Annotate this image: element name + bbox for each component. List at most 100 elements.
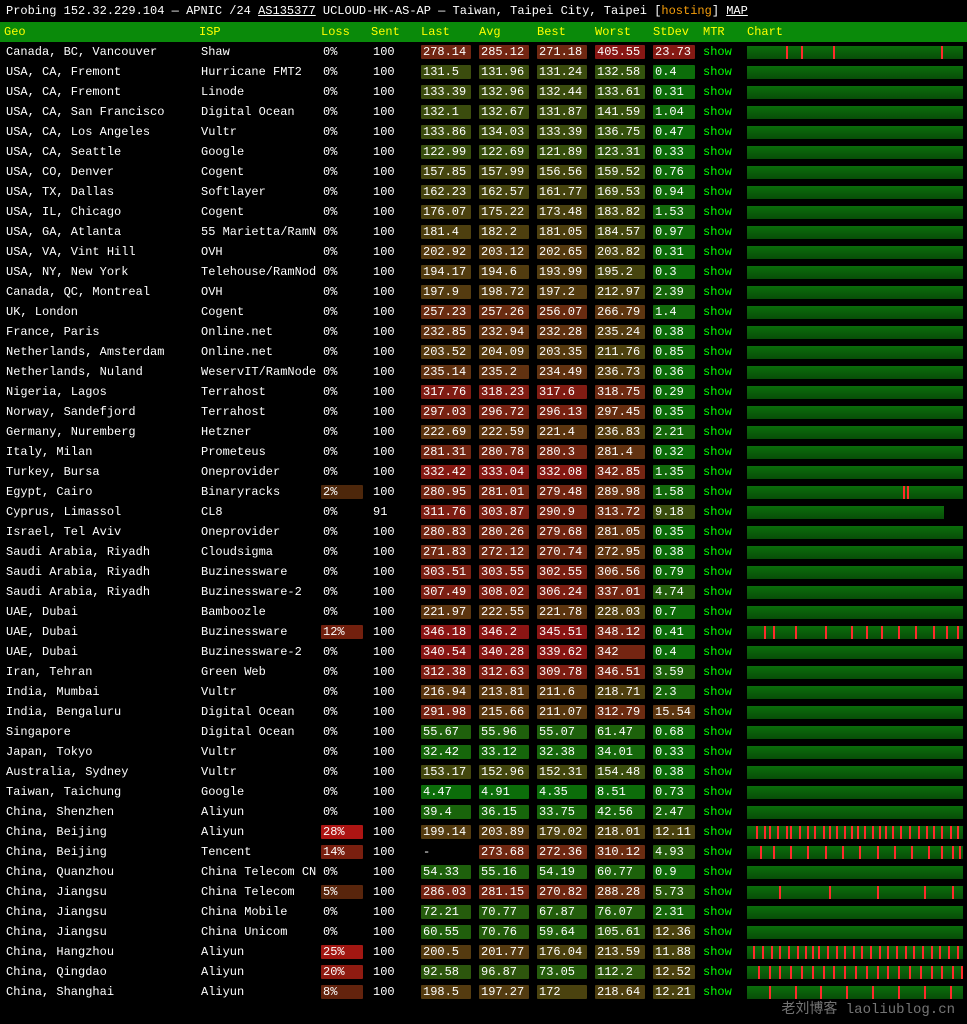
col-avg[interactable]: Avg <box>475 22 533 42</box>
mtr-show-link[interactable]: show <box>699 302 743 322</box>
cell-last: 199.14 <box>417 822 475 842</box>
mtr-show-link[interactable]: show <box>699 282 743 302</box>
mtr-show-link[interactable]: show <box>699 822 743 842</box>
mtr-show-link[interactable]: show <box>699 942 743 962</box>
cell-geo: China, Jiangsu <box>0 902 195 922</box>
map-link[interactable]: MAP <box>726 4 748 18</box>
mtr-show-link[interactable]: show <box>699 242 743 262</box>
mtr-show-link[interactable]: show <box>699 622 743 642</box>
mtr-show-link[interactable]: show <box>699 42 743 62</box>
mtr-show-link[interactable]: show <box>699 202 743 222</box>
cell-stdev: 0.4 <box>649 642 699 662</box>
latency-sparkline <box>743 922 967 942</box>
cell-last: 235.14 <box>417 362 475 382</box>
cell-isp: Oneprovider <box>195 462 317 482</box>
cell-sent: 100 <box>367 662 417 682</box>
mtr-show-link[interactable]: show <box>699 422 743 442</box>
latency-table: Geo ISP Loss Sent Last Avg Best Worst St… <box>0 22 967 1002</box>
cell-sent: 100 <box>367 202 417 222</box>
mtr-show-link[interactable]: show <box>699 902 743 922</box>
cell-last: 197.9 <box>417 282 475 302</box>
col-geo[interactable]: Geo <box>0 22 195 42</box>
mtr-show-link[interactable]: show <box>699 882 743 902</box>
mtr-show-link[interactable]: show <box>699 782 743 802</box>
mtr-show-link[interactable]: show <box>699 362 743 382</box>
col-worst[interactable]: Worst <box>591 22 649 42</box>
mtr-show-link[interactable]: show <box>699 642 743 662</box>
mtr-show-link[interactable]: show <box>699 442 743 462</box>
cell-loss: 0% <box>317 162 367 182</box>
cell-geo: China, Qingdao <box>0 962 195 982</box>
cell-best: 132.44 <box>533 82 591 102</box>
cell-best: 309.78 <box>533 662 591 682</box>
cell-last: 194.17 <box>417 262 475 282</box>
cell-stdev: 0.7 <box>649 602 699 622</box>
cell-best: 67.87 <box>533 902 591 922</box>
latency-sparkline <box>743 962 967 982</box>
mtr-show-link[interactable]: show <box>699 462 743 482</box>
mtr-show-link[interactable]: show <box>699 582 743 602</box>
latency-sparkline <box>743 222 967 242</box>
cell-worst: 169.53 <box>591 182 649 202</box>
mtr-show-link[interactable]: show <box>699 982 743 1002</box>
mtr-show-link[interactable]: show <box>699 142 743 162</box>
mtr-show-link[interactable]: show <box>699 322 743 342</box>
mtr-show-link[interactable]: show <box>699 342 743 362</box>
cell-best: 181.05 <box>533 222 591 242</box>
mtr-show-link[interactable]: show <box>699 62 743 82</box>
col-isp[interactable]: ISP <box>195 22 317 42</box>
col-last[interactable]: Last <box>417 22 475 42</box>
mtr-show-link[interactable]: show <box>699 862 743 882</box>
mtr-show-link[interactable]: show <box>699 482 743 502</box>
mtr-show-link[interactable]: show <box>699 522 743 542</box>
mtr-show-link[interactable]: show <box>699 382 743 402</box>
cell-last: 54.33 <box>417 862 475 882</box>
mtr-show-link[interactable]: show <box>699 562 743 582</box>
mtr-show-link[interactable]: show <box>699 182 743 202</box>
mtr-show-link[interactable]: show <box>699 802 743 822</box>
table-row: Saudi Arabia, RiyadhBuzinessware-20%1003… <box>0 582 967 602</box>
mtr-show-link[interactable]: show <box>699 102 743 122</box>
cell-loss: 0% <box>317 422 367 442</box>
col-stdev[interactable]: StDev <box>649 22 699 42</box>
mtr-show-link[interactable]: show <box>699 222 743 242</box>
cell-stdev: 9.18 <box>649 502 699 522</box>
mtr-show-link[interactable]: show <box>699 402 743 422</box>
mtr-show-link[interactable]: show <box>699 262 743 282</box>
cell-sent: 100 <box>367 822 417 842</box>
cell-worst: 60.77 <box>591 862 649 882</box>
cell-geo: Turkey, Bursa <box>0 462 195 482</box>
cell-worst: 289.98 <box>591 482 649 502</box>
cell-stdev: 12.36 <box>649 922 699 942</box>
mtr-show-link[interactable]: show <box>699 722 743 742</box>
cell-isp: Cogent <box>195 302 317 322</box>
col-chart[interactable]: Chart <box>743 22 967 42</box>
mtr-show-link[interactable]: show <box>699 702 743 722</box>
mtr-show-link[interactable]: show <box>699 842 743 862</box>
cell-stdev: 1.53 <box>649 202 699 222</box>
mtr-show-link[interactable]: show <box>699 742 743 762</box>
mtr-show-link[interactable]: show <box>699 122 743 142</box>
latency-sparkline <box>743 42 967 62</box>
mtr-show-link[interactable]: show <box>699 502 743 522</box>
cell-sent: 100 <box>367 842 417 862</box>
col-loss[interactable]: Loss <box>317 22 367 42</box>
table-row: UK, LondonCogent0%100257.23257.26256.072… <box>0 302 967 322</box>
col-sent[interactable]: Sent <box>367 22 417 42</box>
col-best[interactable]: Best <box>533 22 591 42</box>
mtr-show-link[interactable]: show <box>699 602 743 622</box>
mtr-show-link[interactable]: show <box>699 542 743 562</box>
cell-worst: 159.52 <box>591 162 649 182</box>
mtr-show-link[interactable]: show <box>699 922 743 942</box>
mtr-show-link[interactable]: show <box>699 82 743 102</box>
asn-link[interactable]: AS135377 <box>258 4 316 18</box>
cell-last: 32.42 <box>417 742 475 762</box>
cell-last: 132.1 <box>417 102 475 122</box>
mtr-show-link[interactable]: show <box>699 762 743 782</box>
mtr-show-link[interactable]: show <box>699 682 743 702</box>
mtr-show-link[interactable]: show <box>699 962 743 982</box>
mtr-show-link[interactable]: show <box>699 662 743 682</box>
cell-worst: 313.72 <box>591 502 649 522</box>
mtr-show-link[interactable]: show <box>699 162 743 182</box>
col-mtr[interactable]: MTR <box>699 22 743 42</box>
